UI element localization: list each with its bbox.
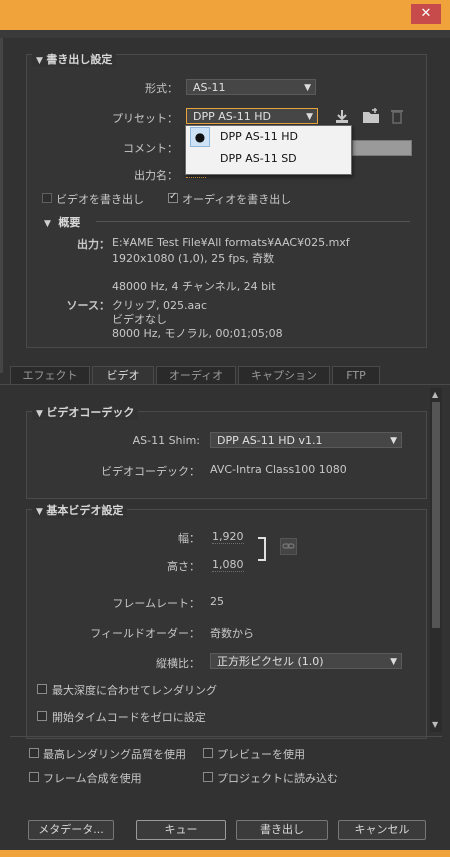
aspect-dropdown[interactable]: 正方形ピクセル (1.0) ▼ (210, 653, 402, 669)
section-title: ビデオコーデック (46, 406, 135, 419)
codec-value: AVC-Intra Class100 1080 (210, 463, 347, 476)
collapse-triangle-icon: ▼ (44, 219, 51, 229)
title-strip (0, 30, 450, 38)
import-project-checkbox[interactable] (203, 772, 213, 782)
shim-dropdown[interactable]: DPP AS-11 HD v1.1 ▼ (210, 432, 402, 448)
aspect-value: 正方形ピクセル (1.0) (217, 655, 324, 668)
scroll-down-icon[interactable]: ▼ (432, 720, 438, 729)
collapse-triangle-icon: ▼ (36, 507, 43, 517)
video-codec-header[interactable]: ▼ ビデオコーデック (32, 404, 139, 420)
check-icon: ✓ (169, 191, 178, 202)
summary-title: 概要 (58, 216, 81, 229)
chevron-down-icon: ▼ (390, 657, 397, 667)
tab-audio[interactable]: オーディオ (156, 366, 236, 384)
codec-label: ビデオコーデック： (101, 465, 200, 478)
max-depth-checkbox[interactable] (37, 684, 47, 694)
close-icon: ✕ (420, 6, 432, 21)
format-dropdown[interactable]: AS-11 ▼ (186, 79, 316, 95)
width-value[interactable]: 1,920 (212, 530, 244, 544)
frame-rate-value: 25 (210, 595, 224, 608)
field-order-value: 奇数から (210, 627, 254, 640)
frame-blend-checkbox[interactable] (29, 772, 39, 782)
summary-output-line: E:¥AME Test File¥All formats¥AAC¥025.mxf (112, 236, 350, 249)
preset-dropdown-menu: ● DPP AS-11 HD DPP AS-11 SD (185, 125, 352, 175)
summary-output-line: 48000 Hz, 4 チャンネル, 24 bit (112, 280, 276, 293)
summary-divider (96, 221, 410, 222)
import-project-label: プロジェクトに読み込む (217, 772, 338, 785)
use-preview-checkbox[interactable] (203, 748, 213, 758)
collapse-triangle-icon: ▼ (36, 56, 43, 66)
title-bar (0, 0, 450, 30)
chevron-down-icon: ▼ (306, 112, 313, 122)
comment-label: コメント： (123, 142, 178, 155)
summary-output-label: 出力： (77, 238, 110, 251)
section-title: 基本ビデオ設定 (46, 504, 124, 517)
export-audio-checkbox[interactable]: ✓ (168, 191, 178, 203)
preset-option-label: DPP AS-11 HD (220, 130, 298, 143)
shim-value: DPP AS-11 HD v1.1 (217, 434, 323, 447)
export-settings-header[interactable]: ▼ 書き出し設定 (32, 51, 117, 67)
metadata-button[interactable]: メタデータ... (28, 820, 114, 840)
frame-blend-label: フレーム合成を使用 (43, 772, 142, 785)
max-quality-label: 最高レンダリング品質を使用 (43, 748, 186, 761)
scrollbar-thumb[interactable] (432, 402, 440, 628)
video-codec-panel (26, 411, 427, 499)
comment-input[interactable] (352, 140, 412, 156)
bottom-divider (10, 736, 442, 737)
summary-source-label: ソース： (66, 299, 110, 312)
max-quality-checkbox[interactable] (29, 748, 39, 758)
tab-video[interactable]: ビデオ (92, 366, 154, 384)
width-label: 幅： (178, 532, 200, 545)
start-timecode-label: 開始タイムコードをゼロに設定 (52, 711, 206, 724)
preset-option[interactable]: ● DPP AS-11 HD (186, 126, 351, 148)
export-button[interactable]: 書き出し (236, 820, 328, 840)
export-video-label: ビデオを書き出し (56, 193, 144, 206)
preset-dropdown[interactable]: DPP AS-11 HD ▼ (186, 108, 318, 124)
height-label: 高さ： (167, 560, 200, 573)
tab-ftp[interactable]: FTP (332, 366, 380, 384)
frame-rate-label: フレームレート： (112, 597, 200, 610)
shim-label: AS-11 Shim: (132, 434, 200, 447)
collapse-triangle-icon: ▼ (36, 409, 43, 419)
export-video-checkbox[interactable] (42, 193, 52, 203)
start-timecode-checkbox[interactable] (37, 711, 47, 721)
cancel-button[interactable]: キャンセル (338, 820, 426, 840)
height-value[interactable]: 1,080 (212, 558, 244, 572)
format-value: AS-11 (193, 81, 226, 94)
delete-preset-icon[interactable] (391, 108, 403, 124)
aspect-label: 縦横比： (156, 657, 200, 670)
close-button[interactable]: ✕ (411, 4, 441, 24)
summary-source-line: 8000 Hz, モノラル, 00;01;05;08 (112, 327, 283, 340)
preset-option-label: DPP AS-11 SD (220, 152, 297, 165)
import-preset-icon[interactable] (334, 108, 350, 124)
scroll-up-icon[interactable]: ▲ (432, 390, 438, 399)
basic-video-header[interactable]: ▼ 基本ビデオ設定 (32, 502, 128, 518)
section-title: 書き出し設定 (46, 53, 113, 66)
use-preview-label: プレビューを使用 (217, 748, 305, 761)
queue-button[interactable]: キュー (136, 820, 226, 840)
export-audio-label: オーディオを書き出し (182, 193, 292, 206)
preset-option[interactable]: DPP AS-11 SD (186, 148, 351, 170)
field-order-label: フィールドオーダー： (90, 627, 200, 640)
chevron-down-icon: ▼ (390, 436, 397, 446)
chain-link-icon[interactable] (280, 538, 297, 555)
save-preset-icon[interactable] (362, 108, 380, 124)
link-bracket (258, 537, 266, 561)
output-name-label: 出力名： (134, 169, 178, 182)
tab-captions[interactable]: キャプション (238, 366, 330, 384)
format-label: 形式： (145, 82, 178, 95)
chevron-down-icon: ▼ (304, 83, 311, 93)
summary-output-line: 1920x1080 (1,0), 25 fps, 奇数 (112, 252, 275, 265)
bottom-frame (0, 850, 450, 857)
preset-value: DPP AS-11 HD (193, 110, 271, 123)
summary-header[interactable]: ▼ 概要 (44, 214, 80, 230)
tab-effects[interactable]: エフェクト (10, 366, 90, 384)
max-depth-label: 最大深度に合わせてレンダリング (52, 684, 217, 697)
selected-bullet-icon: ● (190, 127, 210, 147)
preset-label: プリセット： (112, 112, 178, 125)
left-edge (0, 38, 3, 373)
